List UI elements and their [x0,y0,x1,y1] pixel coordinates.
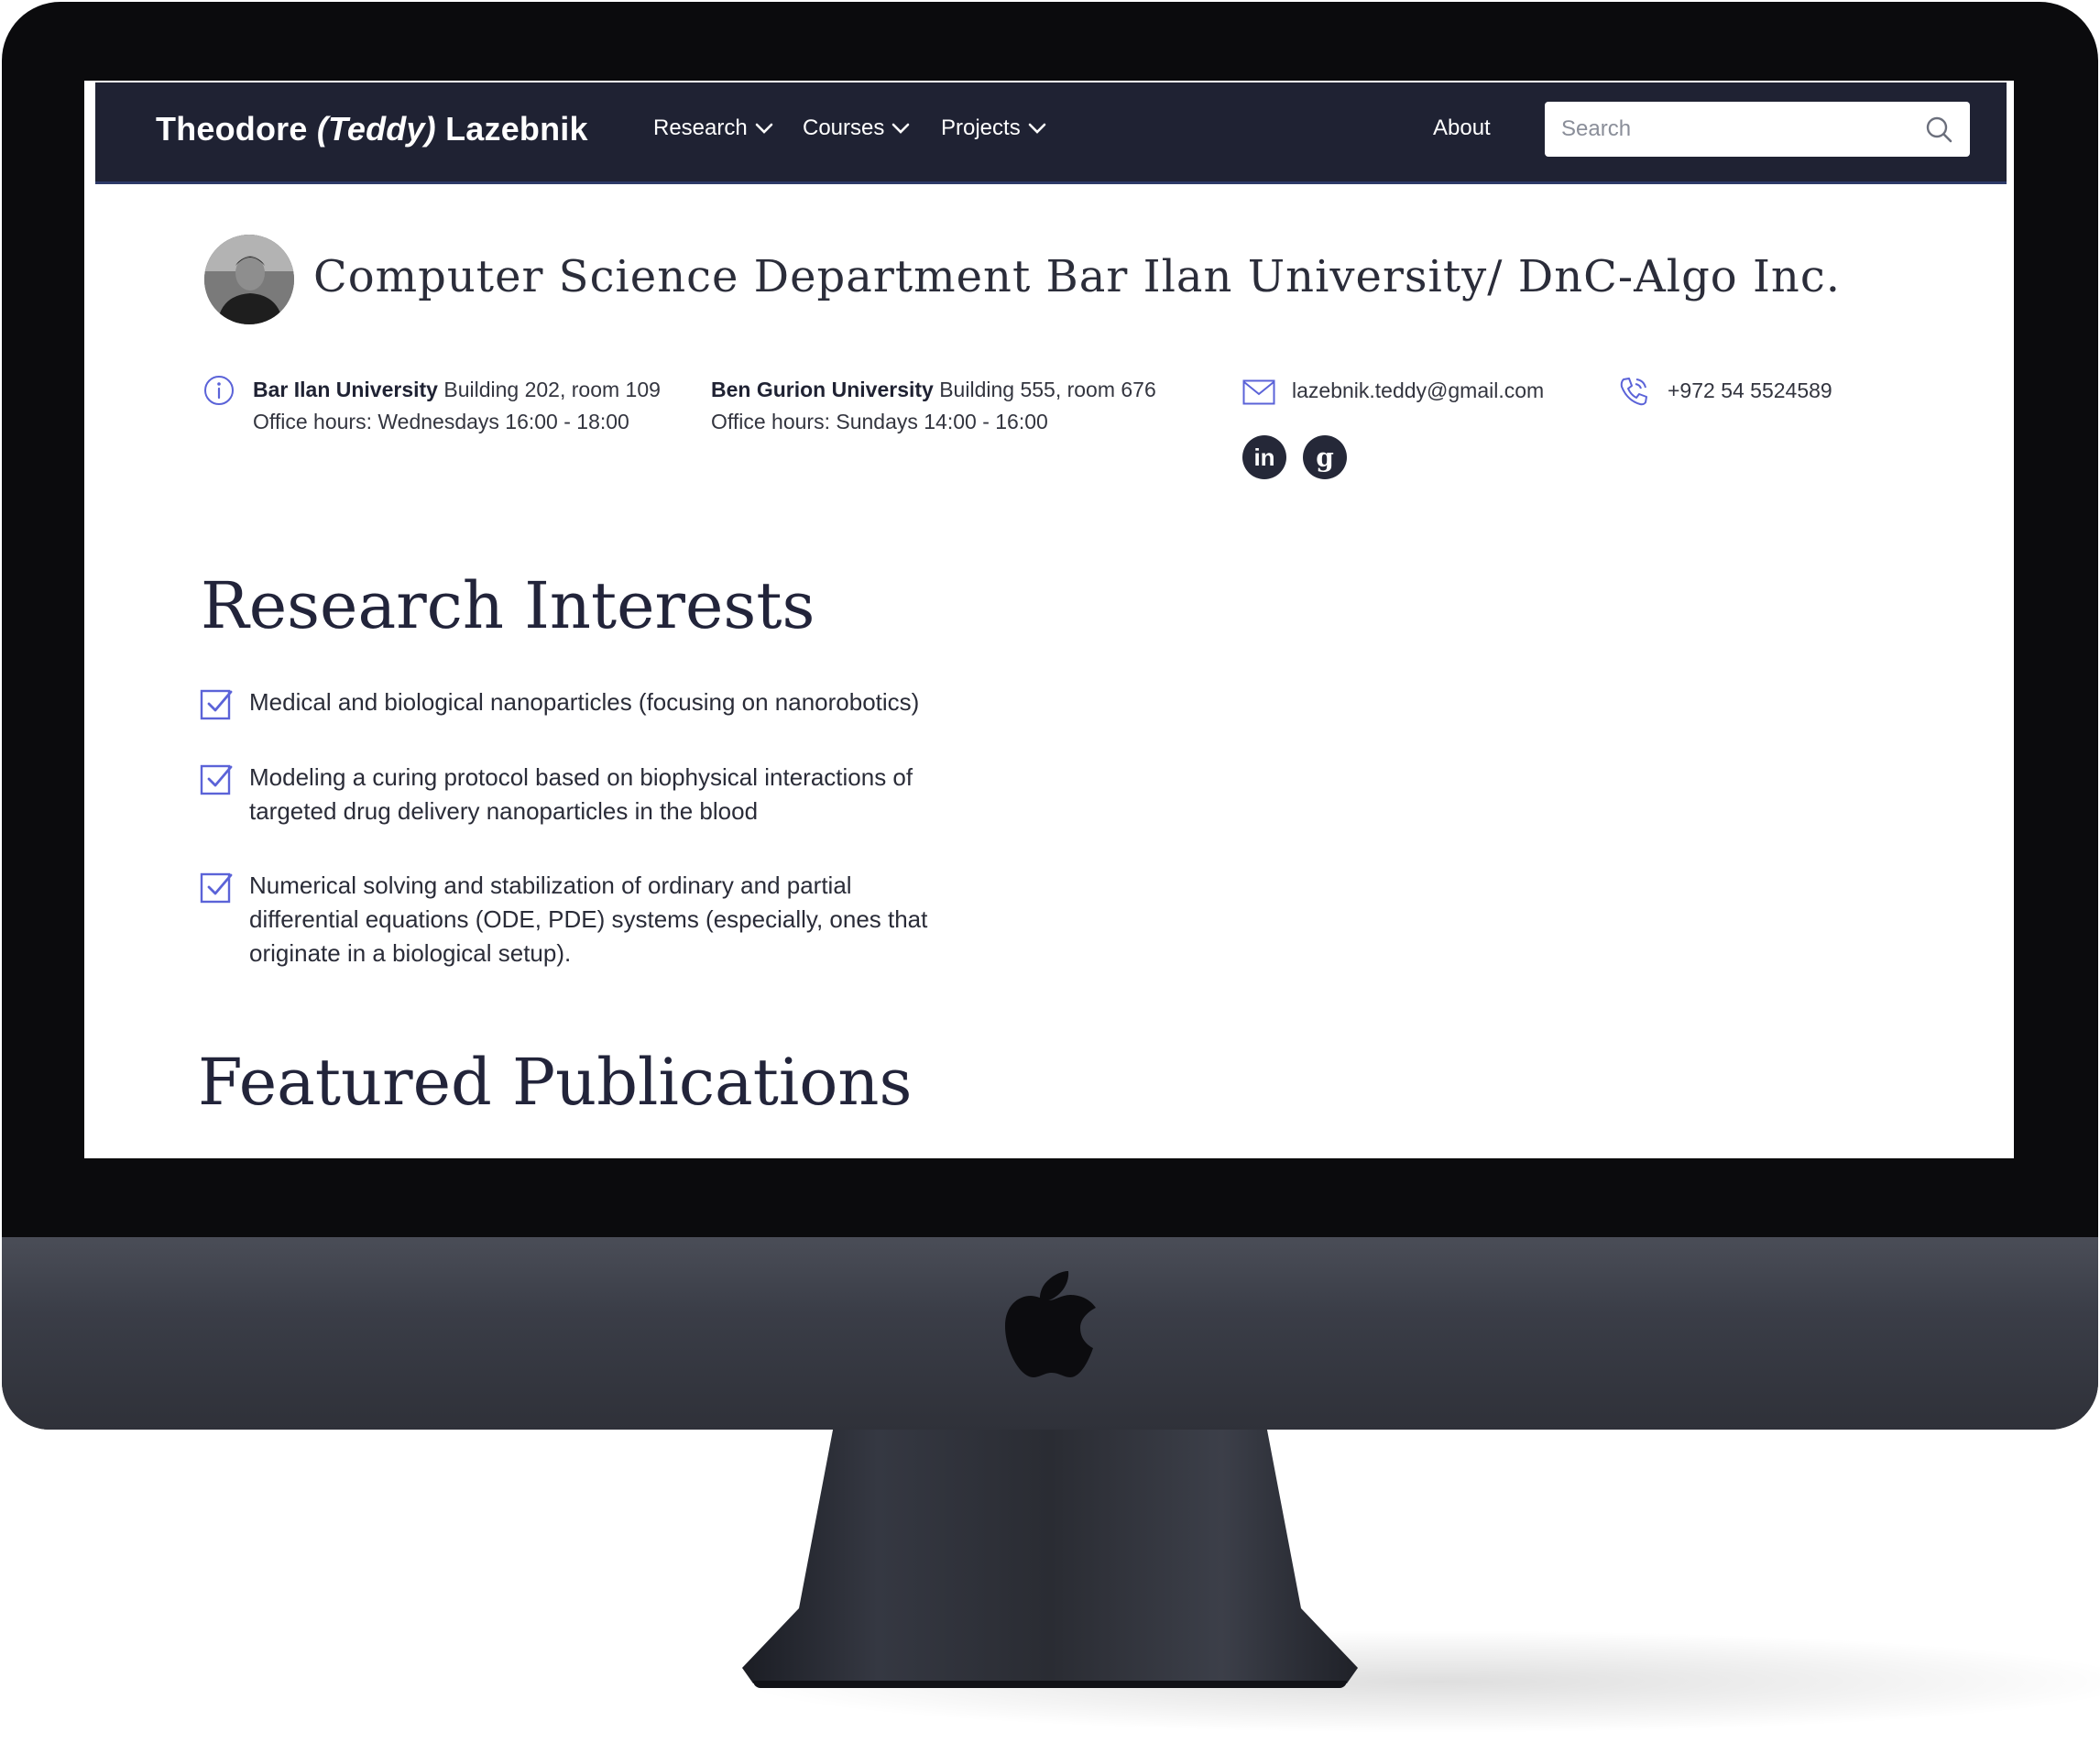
apple-logo-icon [1005,1271,1096,1377]
google-glyph: g [1316,442,1334,473]
imac-stand-base [753,1681,1347,1688]
research-interest-text: Numerical solving and stabilization of o… [249,872,928,967]
phone-number[interactable]: +972 54 5524589 [1668,375,1832,407]
linkedin-glyph: in [1253,443,1275,471]
office-bar-ilan: Bar Ilan University Building 202, room 1… [253,374,661,438]
phone-icon [1620,378,1647,406]
nav-about-label: About [1433,115,1491,140]
imac-chin [2,1237,2098,1430]
office2-name: Ben Gurion University [711,378,934,401]
info-icon [204,376,234,405]
nav-projects-dropdown[interactable]: Projects [941,115,1046,141]
nav-research-dropdown[interactable]: Research [653,115,773,141]
linkedin-icon[interactable]: in [1242,435,1286,479]
research-interests-heading: Research Interests [201,568,815,643]
checkbox-checked-icon [200,872,233,904]
nav-courses-dropdown[interactable]: Courses [803,115,910,141]
office-ben-gurion: Ben Gurion University Building 555, room… [711,374,1156,438]
chevron-down-icon [892,123,910,134]
office1-name: Bar Ilan University [253,378,438,401]
imac-stand [742,1425,1358,1683]
nav-projects-label: Projects [941,115,1021,140]
google-scholar-icon[interactable]: g [1303,435,1347,479]
featured-publications-heading: Featured Publications [198,1045,913,1120]
brand-first-name: Theodore [156,110,308,148]
site-brand[interactable]: Theodore (Teddy) Lazebnik [156,110,588,148]
top-navbar: Theodore (Teddy) Lazebnik Research Cours… [95,82,2007,184]
search-input[interactable] [1545,102,1928,157]
website-screen: Theodore (Teddy) Lazebnik Research Cours… [84,81,2014,1158]
mail-icon [1242,379,1275,405]
profile-avatar [204,235,294,324]
profile-affiliation: Computer Science Department Bar Ilan Uni… [313,251,1841,302]
research-interest-text: Medical and biological nanoparticles (fo… [249,688,920,716]
nav-about-link[interactable]: About [1433,115,1491,141]
nav-research-label: Research [653,115,748,140]
chevron-down-icon [755,123,773,134]
search-box [1545,102,1970,157]
email-link[interactable]: lazebnik.teddy@gmail.com [1292,375,1544,407]
person-photo-icon [204,235,294,324]
office2-hours: Office hours: Sundays 14:00 - 16:00 [711,410,1048,433]
imac-bezel: Theodore (Teddy) Lazebnik Research Cours… [2,2,2098,1430]
checkbox-checked-icon [200,689,233,720]
research-interest-text: Modeling a curing protocol based on biop… [249,763,913,825]
office1-hours: Office hours: Wednesdays 16:00 - 18:00 [253,410,629,433]
chevron-down-icon [1028,123,1046,134]
checkbox-checked-icon [200,764,233,795]
office1-location: Building 202, room 109 [443,378,661,401]
office2-location: Building 555, room 676 [939,378,1156,401]
brand-last-name: Lazebnik [445,110,588,148]
search-icon[interactable] [1924,115,1953,144]
brand-nickname: (Teddy) [316,110,436,148]
nav-courses-label: Courses [803,115,885,140]
